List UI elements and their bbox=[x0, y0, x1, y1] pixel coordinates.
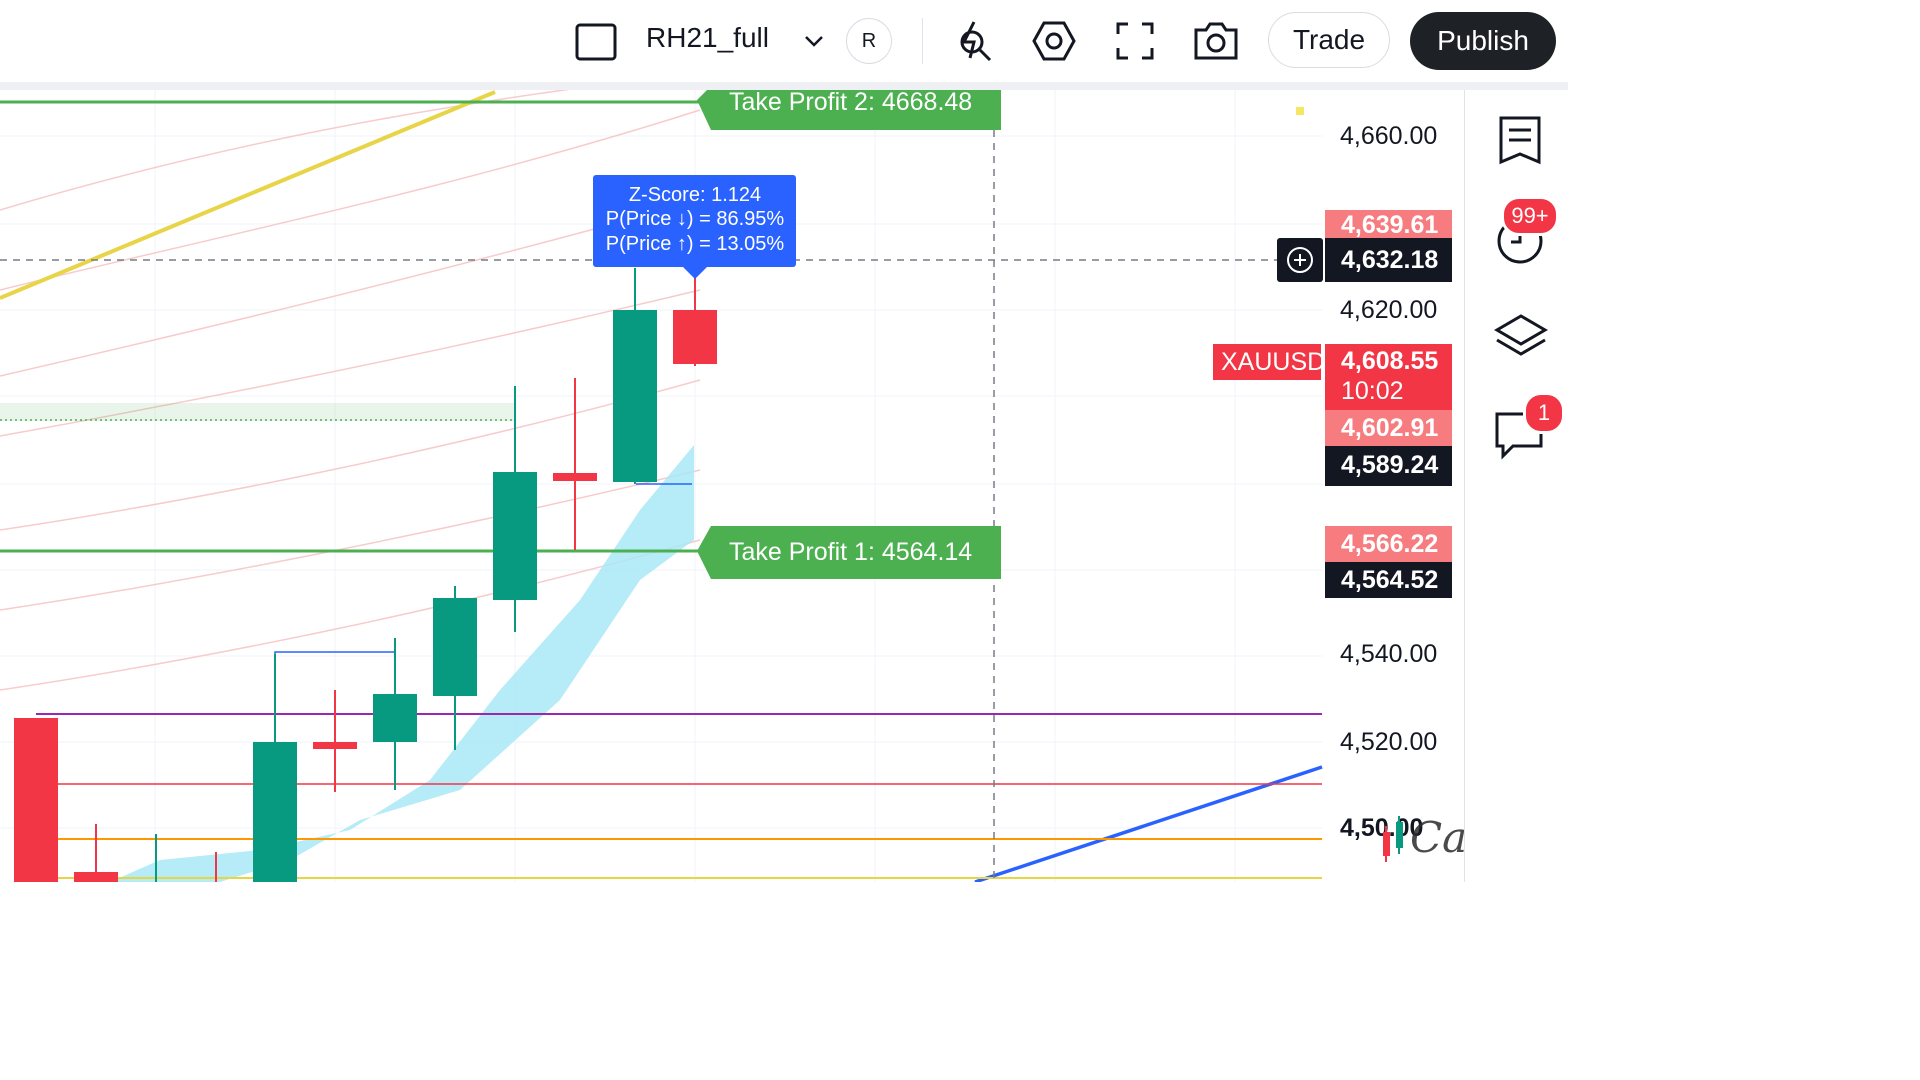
toolbar-divider bbox=[0, 82, 1568, 90]
last-price-value: 4,608.55 bbox=[1341, 347, 1439, 375]
price-tag-4602: 4,602.91 bbox=[1325, 410, 1452, 446]
candle bbox=[313, 742, 357, 749]
candle bbox=[493, 472, 537, 600]
price-tag-4632: 4,632.18 bbox=[1325, 238, 1452, 282]
layers-icon[interactable] bbox=[1493, 312, 1549, 362]
zscore-line-3: P(Price ↑) = 13.05% bbox=[606, 233, 785, 255]
axis-label-4520: 4,520.00 bbox=[1340, 728, 1438, 756]
chevron-down-icon[interactable] bbox=[800, 28, 828, 54]
candle bbox=[14, 718, 58, 882]
symbol-square-icon[interactable] bbox=[574, 22, 618, 62]
candle bbox=[253, 742, 297, 882]
replay-label: R bbox=[861, 29, 877, 52]
marker-dot bbox=[1296, 107, 1304, 115]
axis-partial-prefix: 4,5 bbox=[1340, 814, 1375, 842]
take-profit-1-label[interactable]: Take Profit 1: 4564.14 bbox=[697, 526, 1001, 579]
alerts-badge: 99+ bbox=[1501, 196, 1559, 236]
price-tag-4566: 4,566.22 bbox=[1325, 526, 1452, 562]
publish-button[interactable]: Publish bbox=[1410, 12, 1556, 70]
zscore-label[interactable]: Z-Score: 1.124 P(Price ↓) = 86.95% P(Pri… bbox=[593, 175, 796, 279]
axis-label-hidden bbox=[1325, 484, 1452, 492]
axis-label-4620: 4,620.00 bbox=[1340, 296, 1438, 324]
replay-button[interactable]: R bbox=[846, 18, 892, 64]
quick-search-icon[interactable] bbox=[950, 18, 996, 64]
crosshair-add-button[interactable] bbox=[1277, 238, 1323, 282]
candle bbox=[433, 598, 477, 696]
trade-button[interactable]: Trade bbox=[1268, 12, 1390, 68]
take-profit-2-label[interactable]: Take Profit 2: 4668.48 bbox=[697, 86, 1001, 130]
candle bbox=[673, 310, 717, 364]
yellow-trend-line bbox=[0, 90, 496, 300]
top-toolbar: RH21_full R Trade Publish bbox=[0, 0, 1568, 82]
price-tag-4564: 4,564.52 bbox=[1325, 562, 1452, 598]
price-tag-4589: 4,589.24 bbox=[1325, 446, 1452, 484]
ticker-tag[interactable]: XAUUSD bbox=[1213, 344, 1325, 380]
last-price-tag: 4,608.55 10:02 bbox=[1325, 344, 1452, 410]
countdown-value: 10:02 bbox=[1341, 377, 1404, 405]
candle bbox=[613, 310, 657, 482]
toolbar-separator bbox=[922, 18, 923, 64]
axis-label-4540: 4,540.00 bbox=[1340, 640, 1438, 668]
watermark-candle-icon bbox=[1383, 816, 1403, 862]
zone-strip bbox=[0, 403, 515, 421]
zscore-line-2: P(Price ↓) = 86.95% bbox=[606, 208, 785, 230]
candle bbox=[74, 872, 118, 882]
candle bbox=[553, 473, 597, 481]
chart-area[interactable]: Z-Score: 1.124 P(Price ↓) = 86.95% P(Pri… bbox=[0, 79, 1547, 884]
price-tag-4639: 4,639.61 bbox=[1325, 210, 1452, 240]
right-sidebar: 99+ 1 bbox=[1464, 90, 1569, 882]
settings-icon[interactable] bbox=[1030, 18, 1078, 64]
chat-badge: 1 bbox=[1523, 392, 1565, 434]
watchlist-icon[interactable] bbox=[1495, 114, 1545, 170]
symbol-name[interactable]: RH21_full bbox=[646, 22, 769, 54]
take-profit-1-text: Take Profit 1: 4564.14 bbox=[729, 538, 972, 566]
fullscreen-icon[interactable] bbox=[1112, 18, 1158, 64]
take-profit-2-text: Take Profit 2: 4668.48 bbox=[729, 90, 972, 116]
zscore-line-1: Z-Score: 1.124 bbox=[629, 184, 761, 206]
cloud-band bbox=[110, 445, 694, 882]
candle bbox=[373, 694, 417, 742]
axis-label-4660: 4,660.00 bbox=[1340, 122, 1438, 150]
camera-icon[interactable] bbox=[1192, 18, 1240, 64]
chart-canvas[interactable]: Z-Score: 1.124 P(Price ↓) = 86.95% P(Pri… bbox=[0, 79, 1462, 884]
